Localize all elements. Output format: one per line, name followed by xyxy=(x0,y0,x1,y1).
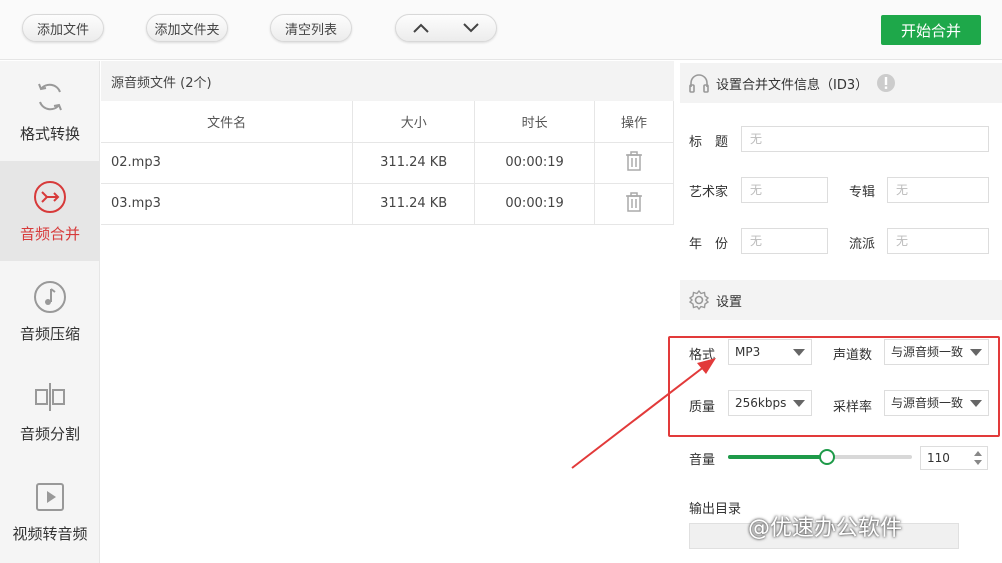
volume-value: 110 xyxy=(927,451,950,465)
id3-section-title: 设置合并文件信息（ID3） xyxy=(716,77,869,93)
output-dir-label: 输出目录 xyxy=(689,502,742,517)
toolbar: 添加文件 添加文件夹 清空列表 开始合并 xyxy=(0,0,1002,60)
sidebar-item-label: 音频压缩 xyxy=(19,325,80,343)
sidebar-item-label: 视频转音频 xyxy=(12,525,88,543)
column-header-size: 大小 xyxy=(352,101,476,143)
volume-slider[interactable] xyxy=(728,449,912,465)
volume-label: 音量 xyxy=(689,453,716,468)
sidebar-item-label: 格式转换 xyxy=(19,125,80,143)
video-play-icon xyxy=(32,479,68,515)
sidebar: 格式转换 音频合并 音频压缩 音频分割 视频转音频 xyxy=(0,61,100,563)
sidebar-item-audio-compress[interactable]: 音频压缩 xyxy=(0,261,100,361)
album-field[interactable]: 无 xyxy=(887,177,989,203)
clear-list-button[interactable]: 清空列表 xyxy=(270,14,352,42)
watermark: @优速办公软件 xyxy=(748,516,903,541)
sidebar-item-video-to-audio[interactable]: 视频转音频 xyxy=(0,461,100,561)
add-folder-button[interactable]: 添加文件夹 xyxy=(146,14,228,42)
highlight-box xyxy=(668,336,1000,437)
sidebar-item-label: 音频合并 xyxy=(19,225,80,243)
year-label: 年 份 xyxy=(689,237,729,252)
title-label: 标 题 xyxy=(689,135,729,150)
trash-icon xyxy=(626,191,643,212)
settings-section-title: 设置 xyxy=(716,294,743,310)
album-label: 专辑 xyxy=(849,185,876,200)
gear-icon xyxy=(688,289,710,311)
refresh-icon xyxy=(32,79,68,115)
sidebar-item-format-convert[interactable]: 格式转换 xyxy=(0,61,100,161)
move-down-button[interactable] xyxy=(446,15,496,41)
column-header-duration: 时长 xyxy=(474,101,596,143)
file-size: 311.24 KB xyxy=(352,142,476,184)
chevron-down-icon xyxy=(463,23,479,33)
file-duration: 00:00:19 xyxy=(474,183,596,225)
table-row[interactable]: 02.mp3 311.24 KB 00:00:19 xyxy=(101,142,674,184)
file-table: 文件名 大小 时长 操作 02.mp3 311.24 KB 00:00:19 0… xyxy=(101,101,674,225)
volume-stepper[interactable]: 110 xyxy=(920,446,988,470)
file-duration: 00:00:19 xyxy=(474,142,596,184)
trash-icon xyxy=(626,150,643,171)
genre-label: 流派 xyxy=(849,237,876,252)
id3-section-header: 设置合并文件信息（ID3） xyxy=(680,63,1002,103)
file-list-header: 源音频文件 (2个) xyxy=(101,61,674,101)
sidebar-item-audio-split[interactable]: 音频分割 xyxy=(0,361,100,461)
start-merge-button[interactable]: 开始合并 xyxy=(881,15,981,45)
table-header-row: 文件名 大小 时长 操作 xyxy=(101,101,674,143)
file-list-panel: 源音频文件 (2个) 文件名 大小 时长 操作 02.mp3 311.24 KB… xyxy=(101,61,674,225)
artist-label: 艺术家 xyxy=(689,185,729,200)
column-header-filename: 文件名 xyxy=(101,101,354,143)
add-file-button[interactable]: 添加文件 xyxy=(22,14,104,42)
split-icon xyxy=(32,379,68,415)
title-field[interactable]: 无 xyxy=(741,126,989,152)
merge-icon xyxy=(32,179,68,215)
table-row[interactable]: 03.mp3 311.24 KB 00:00:19 xyxy=(101,183,674,225)
spinner-arrows-icon[interactable] xyxy=(973,450,983,466)
file-size: 311.24 KB xyxy=(352,183,476,225)
file-name: 02.mp3 xyxy=(101,142,354,184)
column-header-action: 操作 xyxy=(594,101,674,143)
chevron-up-icon xyxy=(413,23,429,33)
sidebar-item-audio-merge[interactable]: 音频合并 xyxy=(0,161,100,261)
move-buttons xyxy=(395,14,497,42)
genre-field[interactable]: 无 xyxy=(887,228,989,254)
settings-section-header: 设置 xyxy=(680,280,1002,320)
sidebar-item-label: 音频分割 xyxy=(19,425,80,443)
volume-slider-fill xyxy=(728,455,828,459)
info-icon[interactable] xyxy=(876,73,896,93)
file-name: 03.mp3 xyxy=(101,183,354,225)
move-up-button[interactable] xyxy=(396,15,446,41)
delete-file-button[interactable] xyxy=(594,183,674,225)
headphones-icon xyxy=(689,74,709,93)
year-field[interactable]: 无 xyxy=(741,228,828,254)
delete-file-button[interactable] xyxy=(594,142,674,184)
music-note-icon xyxy=(32,279,68,315)
artist-field[interactable]: 无 xyxy=(741,177,828,203)
